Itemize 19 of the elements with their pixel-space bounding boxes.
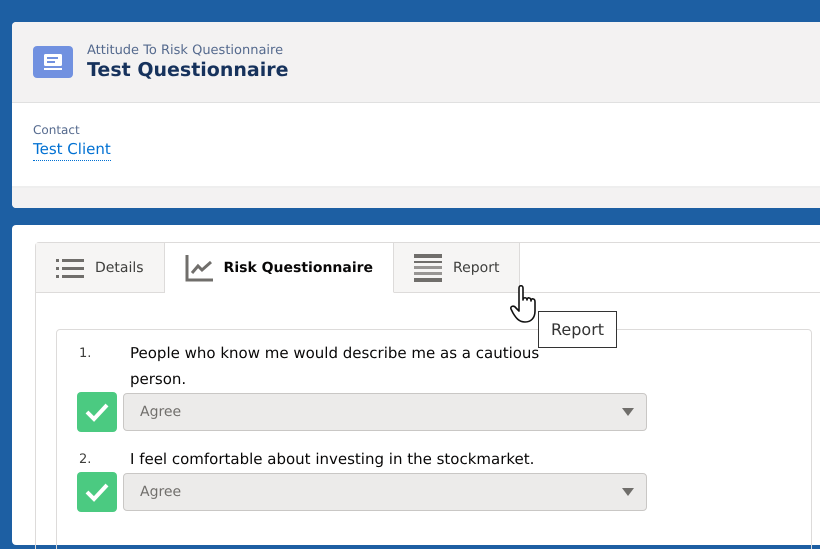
- question-text: I feel comfortable about investing in the stockmarket.: [130, 449, 536, 470]
- object-type-label: Attitude To Risk Questionnaire: [87, 43, 284, 58]
- record-icon: [33, 46, 73, 78]
- tab[interactable]: Details: [36, 243, 165, 293]
- field-label: Contact: [33, 123, 81, 137]
- tab[interactable]: Report: [394, 243, 520, 293]
- tab[interactable]: Risk Questionnaire: [164, 243, 394, 293]
- caret-icon: [622, 408, 634, 416]
- line-chart-icon: [184, 254, 213, 282]
- contact-link[interactable]: Test Client: [33, 140, 111, 161]
- caret-icon: [622, 488, 634, 496]
- hand-cursor-icon: [510, 285, 538, 325]
- list-icon: [56, 258, 84, 278]
- tooltip: Report: [538, 311, 618, 348]
- record-title: Test Questionnaire: [87, 59, 288, 81]
- question-text: People who know me would describe me as a cautious person.: [130, 343, 540, 390]
- question-number: 2.: [78, 452, 92, 469]
- table-icon: [414, 254, 442, 282]
- question-number: 1.: [78, 346, 92, 363]
